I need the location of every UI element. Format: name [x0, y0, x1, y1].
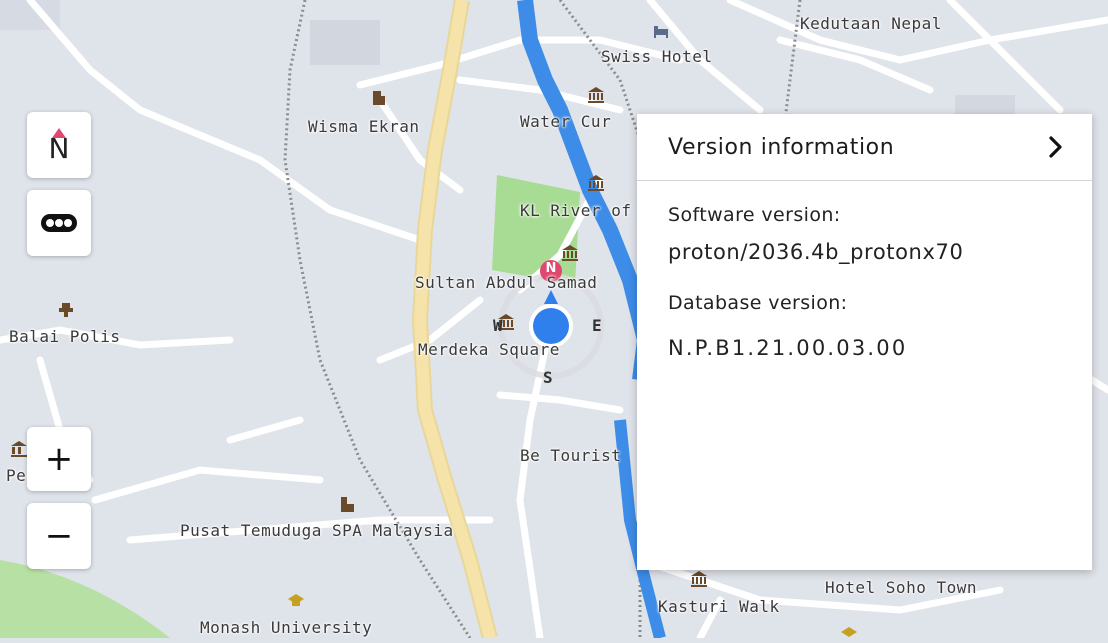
map-label-be-tourist[interactable]: Be Tourist	[520, 446, 621, 465]
park-area	[492, 175, 580, 285]
map-label-sultan-abdul-samad[interactable]: Sultan Abdul Samad	[415, 273, 597, 292]
chevron-right-icon[interactable]	[1048, 135, 1064, 159]
compass-rose-north: N	[545, 261, 557, 276]
compass-rose-south: S	[543, 368, 553, 387]
map-label-merdeka-square[interactable]: Merdeka Square	[418, 340, 560, 359]
north-label: N	[48, 132, 70, 165]
museum-icon	[691, 571, 707, 587]
office-icon	[341, 497, 354, 512]
north-up-button[interactable]: N	[27, 112, 91, 178]
hotel-icon	[654, 26, 668, 38]
map-label-pusat-temuduga[interactable]: Pusat Temuduga SPA Malaysia	[180, 521, 454, 540]
zoom-in-button[interactable]: +	[27, 427, 91, 491]
panel-title: Version information	[668, 134, 895, 160]
compass-rose-west: W	[493, 316, 503, 335]
version-info-panel: Version information Software version: pr…	[637, 114, 1092, 570]
zoom-out-button[interactable]: −	[27, 503, 91, 569]
map-label-balai-polis[interactable]: Balai Polis	[9, 327, 120, 346]
traffic-toggle-button[interactable]	[27, 190, 91, 256]
software-version-label: Software version:	[668, 204, 841, 226]
museum-icon	[588, 87, 604, 103]
map-label-hotel-soho-town[interactable]: Hotel Soho Town	[825, 578, 977, 597]
museum-icon	[588, 175, 604, 191]
museum-icon	[562, 245, 578, 261]
version-info-header[interactable]: Version information	[637, 114, 1092, 181]
software-version-value: proton/2036.4b_protonx70	[668, 240, 964, 264]
map-label-swiss-hotel[interactable]: Swiss Hotel	[601, 47, 712, 66]
museum-icon	[11, 441, 27, 457]
university-icon	[288, 594, 304, 606]
map-label-kedutaan-nepal[interactable]: Kedutaan Nepal	[800, 14, 942, 33]
traffic-icon	[41, 214, 77, 232]
map-label-monash-university[interactable]: Monash University	[200, 618, 372, 637]
database-version-label: Database version:	[668, 292, 848, 314]
database-version-value: N.P.B1.21.00.03.00	[668, 336, 908, 360]
compass-rose-east: E	[592, 316, 602, 335]
building-icon	[373, 91, 385, 105]
map-label-wisma-ekran[interactable]: Wisma Ekran	[308, 117, 419, 136]
police-station-icon	[59, 303, 73, 317]
university-icon	[841, 627, 857, 637]
map-label-water-cur[interactable]: Water Cur	[520, 112, 611, 131]
map-label-kl-river[interactable]: KL River of	[520, 201, 631, 220]
map-label-kasturi-walk[interactable]: Kasturi Walk	[658, 597, 780, 616]
